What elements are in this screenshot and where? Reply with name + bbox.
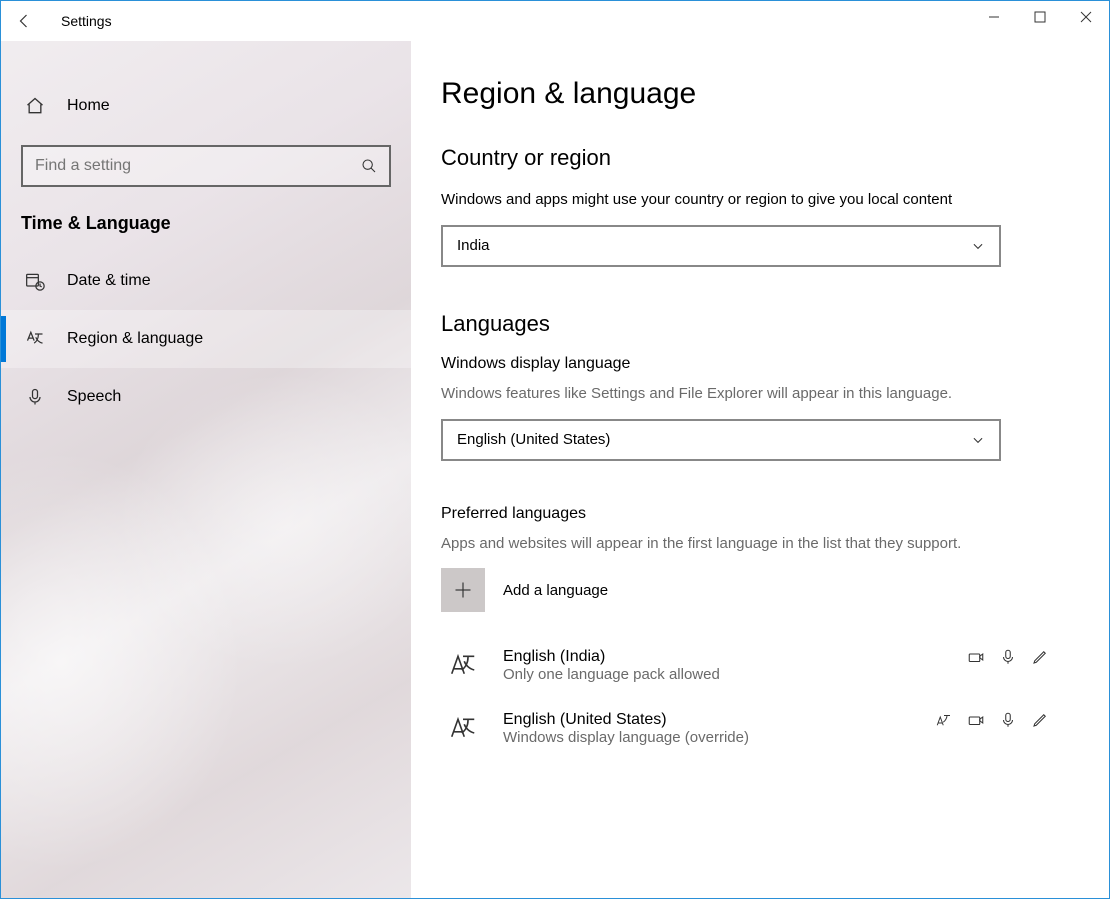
language-glyph-icon — [441, 711, 485, 743]
page-title: Region & language — [441, 77, 1049, 111]
handwriting-feature-icon — [1031, 711, 1049, 729]
language-name: English (United States) — [503, 711, 935, 729]
display-lang-label: Windows display language — [441, 355, 1049, 373]
titlebar: Settings — [1, 1, 1109, 41]
nav-date-time[interactable]: Date & time — [1, 252, 411, 310]
plus-icon — [441, 568, 485, 612]
section-languages-heading: Languages — [441, 311, 1049, 337]
home-link[interactable]: Home — [1, 83, 411, 129]
display-lang-value: English (United States) — [457, 431, 610, 448]
language-glyph-icon — [441, 648, 485, 680]
language-item[interactable]: English (United States) Windows display … — [441, 703, 1049, 766]
chevron-down-icon — [971, 239, 985, 253]
window-title: Settings — [61, 13, 112, 29]
country-value: India — [457, 237, 490, 254]
back-button[interactable] — [1, 1, 49, 41]
home-icon — [25, 96, 45, 116]
handwriting-feature-icon — [1031, 648, 1049, 666]
maximize-button[interactable] — [1017, 1, 1063, 33]
close-button[interactable] — [1063, 1, 1109, 33]
nav-label: Speech — [67, 388, 121, 406]
nav-label: Region & language — [67, 330, 203, 348]
search-box[interactable] — [21, 145, 391, 187]
search-icon — [361, 158, 377, 174]
nav-speech[interactable]: Speech — [1, 368, 411, 426]
preferred-lang-label: Preferred languages — [441, 505, 1049, 523]
chevron-down-icon — [971, 433, 985, 447]
speech-feature-icon — [967, 648, 985, 666]
display-lang-desc: Windows features like Settings and File … — [441, 383, 1001, 405]
country-desc: Windows and apps might use your country … — [441, 189, 1001, 211]
microphone-icon — [25, 387, 45, 407]
language-sub: Only one language pack allowed — [503, 666, 967, 683]
language-name: English (India) — [503, 648, 967, 666]
nav-label: Date & time — [67, 272, 151, 290]
preferred-lang-desc: Apps and websites will appear in the fir… — [441, 533, 1001, 555]
add-language-label: Add a language — [503, 582, 608, 599]
calendar-clock-icon — [25, 271, 45, 291]
sidebar-category: Time & Language — [1, 213, 411, 234]
content-area: Region & language Country or region Wind… — [411, 41, 1109, 898]
home-label: Home — [67, 97, 110, 115]
country-select[interactable]: India — [441, 225, 1001, 267]
language-sub: Windows display language (override) — [503, 729, 935, 746]
search-input[interactable] — [35, 157, 361, 175]
add-language-button[interactable]: Add a language — [441, 568, 1049, 612]
language-item[interactable]: English (India) Only one language pack a… — [441, 640, 1049, 703]
language-icon — [25, 329, 45, 349]
section-country-heading: Country or region — [441, 145, 1049, 171]
display-feature-icon — [935, 711, 953, 729]
speech-feature-icon — [967, 711, 985, 729]
nav-region-language[interactable]: Region & language — [1, 310, 411, 368]
sidebar: Home Time & Language Date & time Region — [1, 41, 411, 898]
keyboard-feature-icon — [999, 648, 1017, 666]
minimize-button[interactable] — [971, 1, 1017, 33]
keyboard-feature-icon — [999, 711, 1017, 729]
display-language-select[interactable]: English (United States) — [441, 419, 1001, 461]
